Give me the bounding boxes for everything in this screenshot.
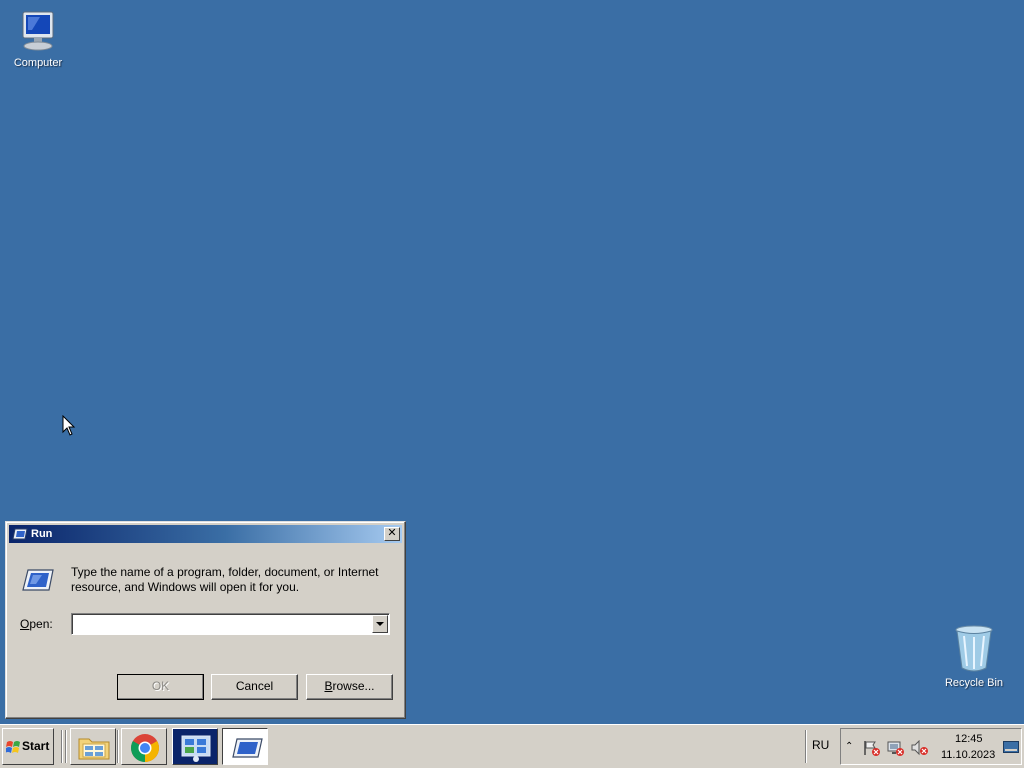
- taskbar-control-panel[interactable]: [172, 728, 218, 765]
- system-tray: ⌃ 12:45 11.10.2023: [840, 728, 1022, 765]
- browse-label: rowse...: [332, 679, 375, 693]
- start-button[interactable]: Start: [2, 728, 54, 765]
- run-dialog: Run ✕ Type the name of a program, folder…: [5, 521, 406, 719]
- close-button[interactable]: ✕: [384, 527, 400, 541]
- run-icon: [22, 569, 54, 591]
- open-label-accelerator: O: [20, 617, 30, 631]
- taskbar-separator: [61, 730, 63, 763]
- mouse-cursor-icon: [62, 415, 76, 436]
- taskbar-separator: [117, 730, 119, 763]
- volume-muted-icon[interactable]: [911, 740, 929, 756]
- run-icon: [12, 528, 28, 540]
- clock-date[interactable]: 11.10.2023: [941, 749, 995, 761]
- network-icon[interactable]: [887, 740, 905, 756]
- run-icon: [232, 738, 263, 758]
- control-panel-icon: [181, 735, 211, 762]
- show-desktop-icon[interactable]: [1003, 741, 1019, 753]
- desktop-icon-label: Computer: [13, 57, 63, 69]
- taskbar-separator: [65, 730, 67, 763]
- close-icon: ✕: [387, 527, 397, 539]
- run-dialog-titlebar[interactable]: Run ✕: [9, 525, 402, 543]
- browse-accelerator: B: [324, 679, 333, 693]
- desktop-icon-recycle-bin[interactable]: Recycle Bin: [936, 624, 1012, 689]
- taskbar-file-explorer[interactable]: [70, 728, 116, 765]
- open-label: Open:: [20, 617, 53, 631]
- recycle-bin-icon: [955, 625, 993, 672]
- open-label-text: pen:: [29, 617, 53, 631]
- open-dropdown-button[interactable]: [372, 615, 388, 633]
- chevron-down-icon: [376, 622, 384, 626]
- cancel-button[interactable]: Cancel: [211, 674, 298, 700]
- start-label: Start: [22, 739, 50, 753]
- browse-button[interactable]: Browse...: [306, 674, 393, 700]
- computer-icon: [22, 11, 54, 51]
- chrome-icon: [131, 734, 159, 762]
- action-center-flag-icon[interactable]: [863, 740, 881, 756]
- open-combobox[interactable]: [71, 613, 390, 635]
- taskbar: Start RU ⌃ 12:45 11.10.2023: [0, 724, 1024, 768]
- open-input[interactable]: [74, 616, 374, 632]
- folder-icon: [78, 738, 110, 760]
- run-dialog-title: Run: [31, 528, 53, 540]
- language-indicator[interactable]: RU: [812, 738, 829, 752]
- taskbar-chrome[interactable]: [121, 728, 167, 765]
- taskbar-separator: [805, 730, 807, 763]
- desktop-icon-computer[interactable]: Computer: [0, 8, 76, 69]
- taskbar-run[interactable]: [222, 728, 268, 765]
- desktop-icon-label: Recycle Bin: [944, 677, 1004, 689]
- tray-expand-icon[interactable]: ⌃: [845, 741, 853, 752]
- ok-button[interactable]: OK: [117, 674, 204, 700]
- clock-time[interactable]: 12:45: [955, 733, 983, 745]
- run-dialog-description: Type the name of a program, folder, docu…: [71, 565, 379, 594]
- windows-flag-icon: [6, 741, 20, 753]
